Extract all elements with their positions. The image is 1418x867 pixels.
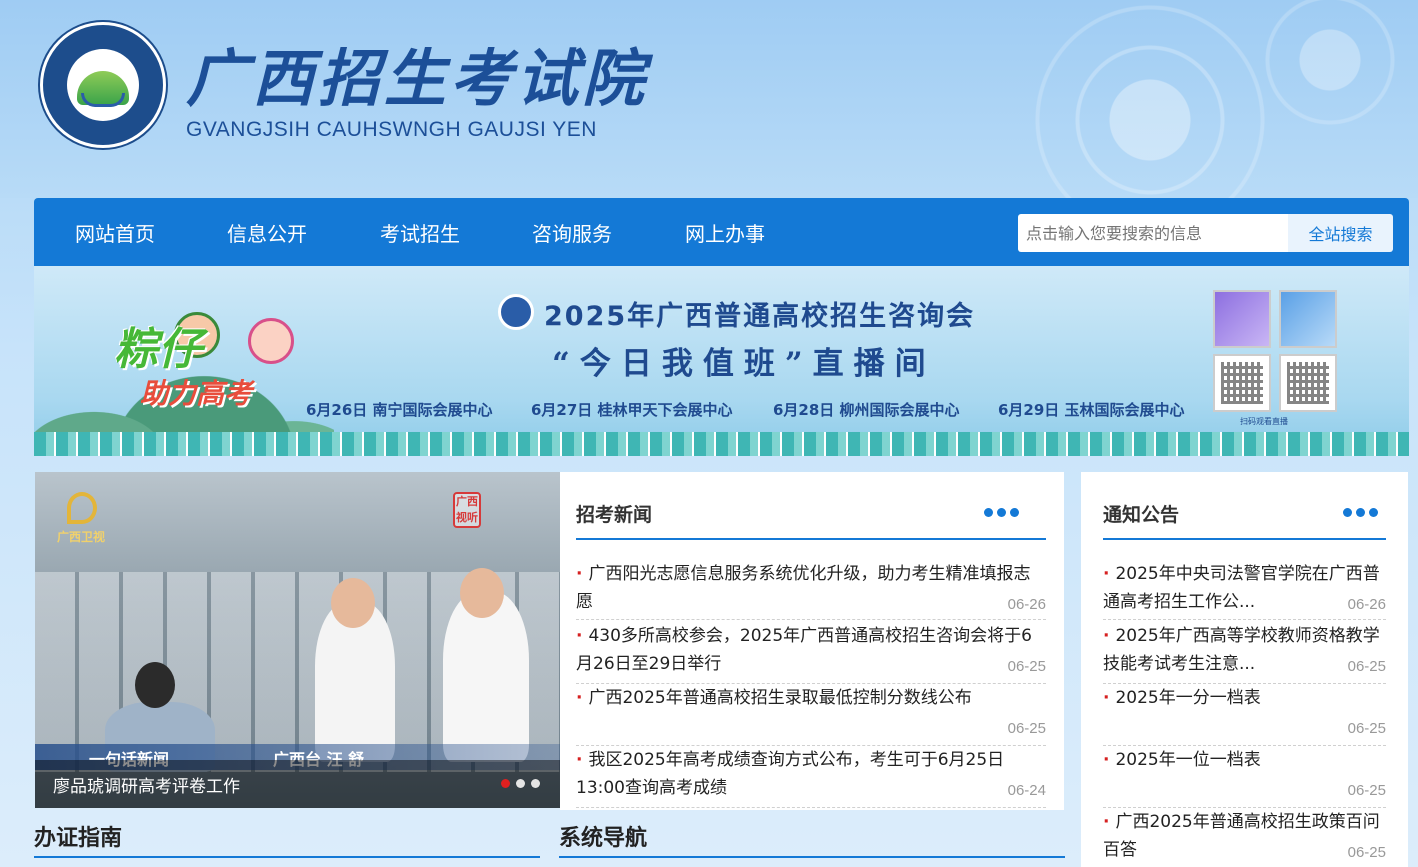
main-nav: 网站首页 信息公开 考试招生 咨询服务 网上办事 全站搜索 bbox=[34, 198, 1409, 266]
news-item-text[interactable]: 广西阳光志愿信息服务系统优化升级，助力考生精准填报志愿 bbox=[576, 560, 1046, 616]
news-item-date: 06-25 bbox=[1007, 720, 1046, 737]
banner-schedule-item: 6月27日 桂林甲天下会展中心 bbox=[531, 401, 733, 419]
notice-item-text[interactable]: 2025年一分一档表 bbox=[1103, 684, 1386, 712]
photo-person-head bbox=[331, 578, 375, 628]
section-divider bbox=[34, 856, 540, 858]
notice-item-date: 06-26 bbox=[1347, 596, 1386, 613]
banner-schedule-item: 6月28日 柳州国际会展中心 bbox=[773, 401, 960, 419]
news-panel-title[interactable]: 招考新闻 bbox=[576, 500, 652, 527]
miniprogram-qr-icon[interactable] bbox=[1213, 290, 1271, 348]
notice-item-text[interactable]: 2025年广西高等学校教师资格教学技能考试考生注意... bbox=[1103, 622, 1386, 678]
notice-panel: 通知公告 2025年中央司法警官学院在广西普通高考招生工作公... 06-26 … bbox=[1081, 472, 1408, 867]
news-item-text[interactable]: 广西2025年普通高校招生录取最低控制分数线公布 bbox=[576, 684, 1046, 712]
notice-list-item[interactable]: 2025年广西高等学校教师资格教学技能考试考生注意... 06-25 bbox=[1103, 622, 1386, 684]
banner-schedule-item: 6月29日 玉林国际会展中心 bbox=[998, 401, 1185, 419]
notice-list-item[interactable]: 2025年中央司法警官学院在广西普通高考招生工作公... 06-26 bbox=[1103, 560, 1386, 620]
photo-person-head bbox=[460, 568, 504, 618]
photo-caption-bar: 廖品琥调研高考评卷工作 bbox=[35, 760, 560, 808]
tv-badge: 广西视听 bbox=[453, 492, 481, 528]
news-item-text[interactable]: 我区2025年高考成绩查询方式公布，考生可于6月25日13:00查询高考成绩 bbox=[576, 746, 1046, 802]
news-list-item[interactable]: 430多所高校参会，2025年广西普通高校招生咨询会将于6月26日至29日举行 … bbox=[576, 622, 1046, 684]
news-list-item[interactable]: 广西2025年普通高校招生录取最低控制分数线公布 06-25 bbox=[576, 684, 1046, 746]
nav-info-public[interactable]: 信息公开 bbox=[227, 218, 307, 247]
search-input[interactable] bbox=[1018, 214, 1288, 252]
notice-item-text[interactable]: 广西2025年普通高校招生政策百问百答 bbox=[1103, 808, 1386, 864]
notice-list-item[interactable]: 2025年一分一档表 06-25 bbox=[1103, 684, 1386, 746]
notice-item-date: 06-25 bbox=[1347, 720, 1386, 737]
news-item-date: 06-26 bbox=[1007, 596, 1046, 613]
mascot-girl-icon bbox=[248, 318, 294, 364]
panel-divider bbox=[1103, 538, 1386, 540]
seal-inner bbox=[67, 49, 139, 121]
site-title-cn[interactable]: 广西招生考试院 bbox=[186, 28, 648, 118]
news-photo-slider[interactable]: 广西卫视 广西视听 一句话新闻 广西台 汪 舒 廖品琥调研高考评卷工作 bbox=[35, 472, 560, 808]
notice-item-text[interactable]: 2025年中央司法警官学院在广西普通高考招生工作公... bbox=[1103, 560, 1386, 616]
notice-item-date: 06-25 bbox=[1347, 658, 1386, 675]
photo-caption[interactable]: 廖品琥调研高考评卷工作 bbox=[53, 772, 240, 797]
news-list-item[interactable]: 我区2025年高考成绩查询方式公布，考生可于6月25日13:00查询高考成绩 0… bbox=[576, 746, 1046, 808]
nav-online-service[interactable]: 网上办事 bbox=[685, 218, 765, 247]
banner-logo-icon bbox=[498, 294, 534, 330]
site-title-en: GVANGJSIH CAUHSWNGH GAUJSI YEN bbox=[186, 118, 597, 141]
news-item-text[interactable]: 430多所高校参会，2025年广西普通高校招生咨询会将于6月26日至29日举行 bbox=[576, 622, 1046, 678]
notice-panel-title[interactable]: 通知公告 bbox=[1103, 500, 1179, 527]
nav-exam-enrollment[interactable]: 考试招生 bbox=[380, 218, 460, 247]
nav-consult-service[interactable]: 咨询服务 bbox=[532, 218, 612, 247]
notice-list-item[interactable]: 2025年一位一档表 06-25 bbox=[1103, 746, 1386, 808]
nav-home[interactable]: 网站首页 bbox=[75, 218, 155, 247]
news-list-item[interactable]: 广西阳光志愿信息服务系统优化升级，助力考生精准填报志愿 06-26 bbox=[576, 560, 1046, 620]
promo-banner[interactable]: 粽仔 助力高考 2025年广西普通高校招生咨询会 “今日我值班”直播间 6月26… bbox=[34, 266, 1409, 456]
banner-schedule-item: 6月26日 南宁国际会展中心 bbox=[306, 401, 493, 419]
banner-pattern-strip bbox=[34, 432, 1409, 456]
slider-dot-active[interactable] bbox=[501, 779, 510, 788]
qr-caption: 扫码观看直播 bbox=[1240, 417, 1288, 426]
news-panel: 招考新闻 广西阳光志愿信息服务系统优化升级，助力考生精准填报志愿 06-26 4… bbox=[560, 472, 1064, 810]
site-header: 广西招生考试院 GVANGJSIH CAUHSWNGH GAUJSI YEN bbox=[0, 0, 1418, 198]
notice-list-item[interactable]: 广西2025年普通高校招生政策百问百答 06-25 bbox=[1103, 808, 1386, 867]
section-title-system-nav[interactable]: 系统导航 bbox=[559, 820, 647, 852]
qr-code-icon[interactable] bbox=[1279, 354, 1337, 412]
photo-person-head bbox=[135, 662, 175, 708]
qr-code-icon[interactable] bbox=[1213, 354, 1271, 412]
banner-slogan: 粽仔 bbox=[114, 324, 202, 375]
slider-dot[interactable] bbox=[516, 779, 525, 788]
tv-channel-logo-icon bbox=[67, 492, 97, 524]
section-divider bbox=[559, 856, 1065, 858]
news-item-date: 06-24 bbox=[1007, 782, 1046, 799]
more-icon[interactable] bbox=[1343, 508, 1383, 518]
miniprogram-qr-icon[interactable] bbox=[1279, 290, 1337, 348]
notice-item-date: 06-25 bbox=[1347, 782, 1386, 799]
more-icon[interactable] bbox=[984, 508, 1024, 518]
tv-channel-name: 广西卫视 bbox=[57, 530, 106, 544]
banner-title: 2025年广西普通高校招生咨询会 bbox=[544, 301, 976, 332]
news-item-date: 06-25 bbox=[1007, 658, 1046, 675]
notice-item-text[interactable]: 2025年一位一档表 bbox=[1103, 746, 1386, 774]
banner-subtitle: “今日我值班”直播间 bbox=[552, 346, 936, 382]
section-title-guide[interactable]: 办证指南 bbox=[34, 820, 122, 852]
site-logo-seal[interactable] bbox=[40, 22, 166, 148]
panel-divider bbox=[576, 538, 1046, 540]
search-button[interactable]: 全站搜索 bbox=[1288, 214, 1393, 252]
notice-item-date: 06-25 bbox=[1347, 844, 1386, 861]
banner-slogan-sub: 助力高考 bbox=[140, 377, 253, 410]
slider-dot[interactable] bbox=[531, 779, 540, 788]
